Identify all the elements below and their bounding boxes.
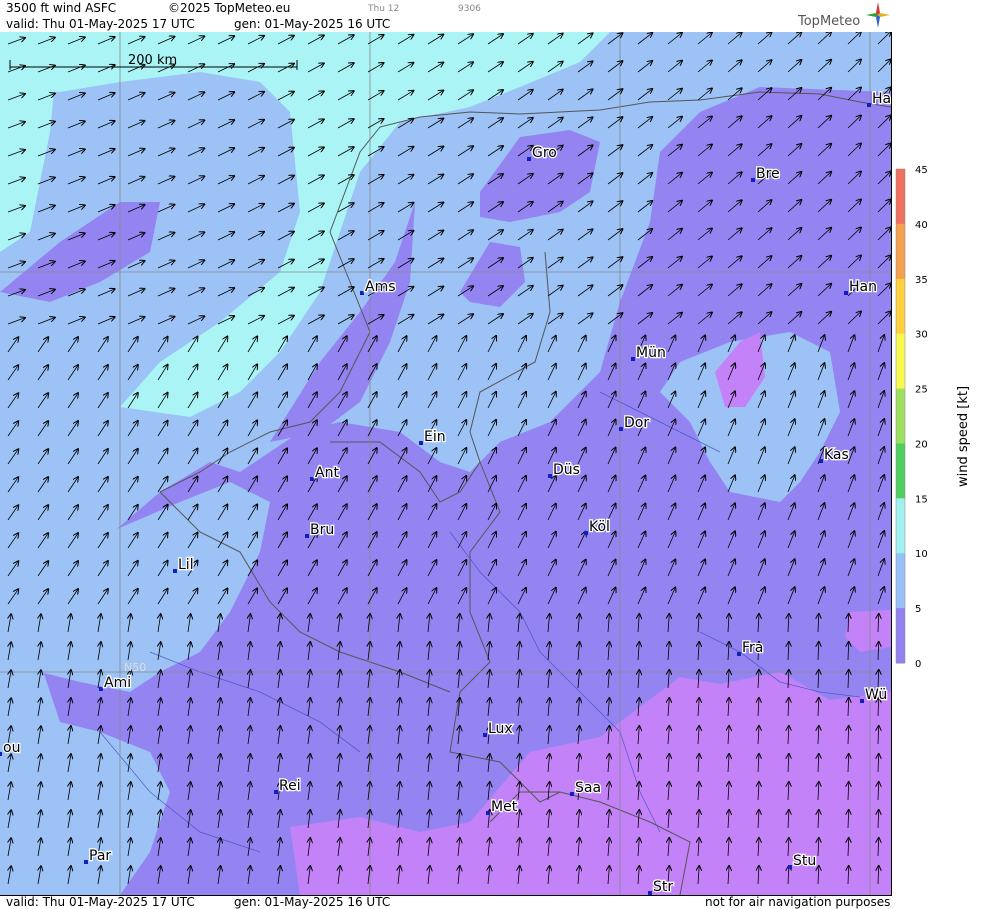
city-marker — [99, 687, 103, 691]
city-label: Köl — [589, 519, 610, 535]
city-label: ou — [3, 740, 20, 756]
legend-tick-label: 10 — [915, 549, 928, 560]
city-label: Dor — [624, 415, 649, 431]
city-label: Fra — [742, 640, 763, 656]
map-footer: valid: Thu 01-May-2025 17 UTC gen: 01-Ma… — [0, 895, 893, 909]
legend-band — [896, 169, 905, 225]
legend-tick-label: 20 — [915, 439, 928, 450]
map-canvas: 200 km N50 Ha Gro Bre Ams Han Mün Dor Ein Kas Ant… — [0, 32, 891, 895]
copyright: ©2025 TopMeteo.eu — [168, 1, 291, 15]
legend-band — [896, 443, 905, 499]
city-marker — [310, 477, 314, 481]
city-label: Ami — [104, 675, 131, 691]
scale-label: 200 km — [128, 53, 177, 68]
city-marker — [486, 811, 490, 815]
city-marker — [0, 752, 2, 756]
city-marker — [860, 699, 864, 703]
city-label: Saa — [575, 780, 601, 796]
city-label: Met — [491, 799, 518, 815]
city-marker — [619, 427, 623, 431]
city-label: Düs — [553, 462, 580, 478]
gen-time: gen: 01-May-2025 16 UTC — [234, 17, 391, 31]
wind-map[interactable]: 200 km N50 Ha Gro Bre Ams Han Mün Dor Ein Kas Ant… — [0, 32, 892, 896]
city-marker — [548, 474, 552, 478]
legend-band — [896, 553, 905, 609]
city-label: Ha — [872, 91, 891, 107]
legend-band — [896, 608, 905, 664]
legend-band — [896, 388, 905, 444]
city-marker — [274, 790, 278, 794]
city-label: Ein — [424, 429, 446, 445]
legend-tick-label: 0 — [915, 659, 921, 670]
city-label: Gro — [532, 145, 557, 161]
legend-title: wind speed [kt] — [956, 386, 971, 487]
city-label: Kas — [824, 447, 849, 463]
city-marker — [819, 459, 823, 463]
header-tiny-2: 9306 — [458, 4, 481, 14]
city-marker — [867, 103, 871, 107]
city-label: Wü — [865, 687, 887, 703]
legend-band — [896, 333, 905, 390]
legend-band — [896, 498, 905, 554]
city-label: Ams — [365, 279, 396, 295]
city-label: Lux — [488, 721, 513, 737]
city-marker — [419, 441, 423, 445]
legend-tick-label: 25 — [915, 385, 928, 396]
city-label: Mün — [636, 345, 666, 361]
city-marker — [584, 531, 588, 535]
city-label: Par — [89, 848, 111, 864]
legend-tick-label: 15 — [915, 494, 928, 505]
footer-gen-time: gen: 01-May-2025 16 UTC — [234, 895, 391, 909]
city-marker — [788, 865, 792, 869]
footer-valid-time: valid: Thu 01-May-2025 17 UTC — [6, 895, 195, 909]
legend-tick-label: 30 — [915, 330, 928, 341]
legend-colorbar: 45 40 35 30 25 20 15 10 5 0 wind speed [kt] — [895, 165, 971, 670]
map-header: 3500 ft wind ASFC ©2025 TopMeteo.eu Thu … — [0, 0, 893, 32]
disclaimer: not for air navigation purposes — [705, 895, 891, 909]
city-label: Stu — [793, 853, 816, 869]
city-marker — [737, 652, 741, 656]
wind-speed-legend: 45 40 35 30 25 20 15 10 5 0 wind speed [kt] — [893, 32, 983, 895]
legend-band — [896, 278, 905, 335]
header-tiny-1: Thu 12 — [368, 4, 400, 14]
legend-band — [896, 223, 905, 280]
legend-tick-label: 35 — [915, 275, 928, 286]
product-title: 3500 ft wind ASFC — [6, 1, 117, 15]
city-marker — [305, 534, 309, 538]
latitude-label: N50 — [124, 661, 146, 674]
city-label: Rei — [279, 778, 301, 794]
city-marker — [527, 157, 531, 161]
city-marker — [84, 860, 88, 864]
legend-tick-label: 5 — [915, 604, 921, 615]
city-marker — [360, 291, 364, 295]
city-label: Han — [849, 279, 877, 295]
valid-time: valid: Thu 01-May-2025 17 UTC — [6, 17, 195, 31]
brand-logo-text: TopMeteo — [798, 14, 861, 29]
city-marker — [844, 291, 848, 295]
city-marker — [631, 357, 635, 361]
city-marker — [751, 178, 755, 182]
city-marker — [173, 569, 177, 573]
legend-tick-label: 45 — [915, 165, 928, 176]
city-label: Lil — [178, 557, 194, 573]
compass-icon — [866, 2, 890, 28]
city-label: Bru — [310, 522, 334, 538]
city-label: Str — [653, 879, 673, 895]
city-label: Bre — [756, 166, 780, 182]
legend-tick-label: 40 — [915, 220, 928, 231]
city-label: Ant — [315, 465, 339, 481]
city-marker — [483, 733, 487, 737]
city-marker — [570, 792, 574, 796]
